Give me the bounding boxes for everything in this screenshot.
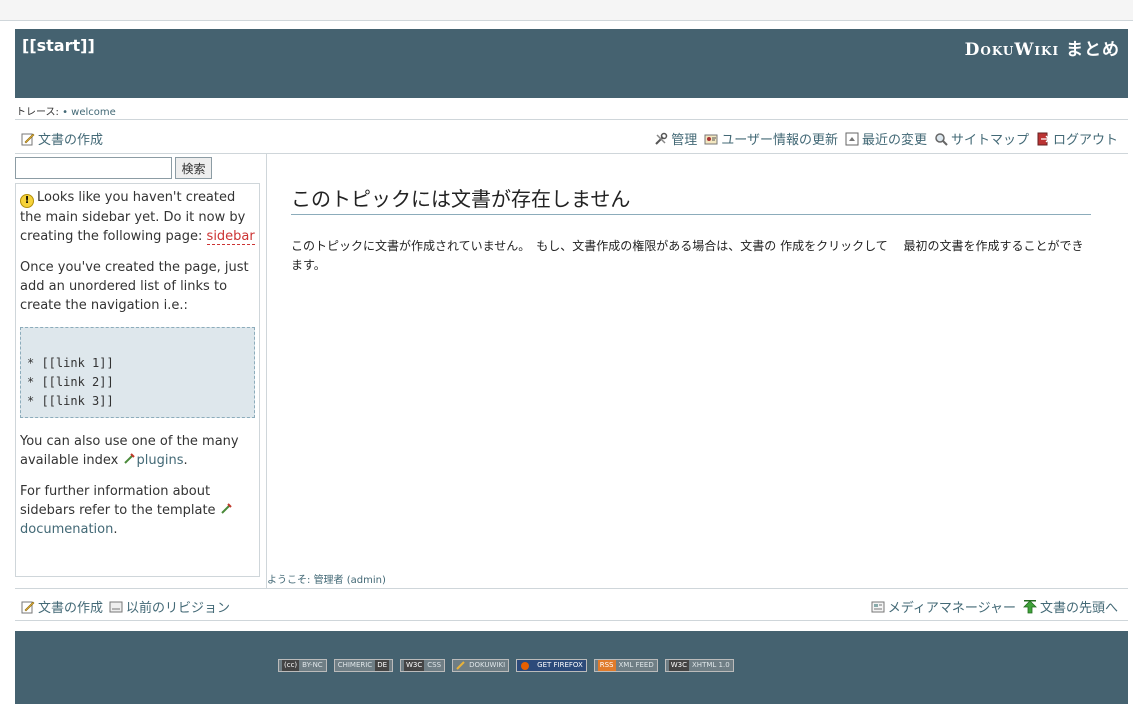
bottom-toolbar: 文書の作成 以前のリビジョン メディアマネージャー 文書の先頭へ [15,591,1128,619]
divider [15,588,1128,589]
sitemap-label: サイトマップ [950,133,1029,148]
documentation-link[interactable]: documenation [20,522,113,537]
badge-w3c-css[interactable]: W3C CSS [400,659,446,672]
old-revisions-label: 以前のリビジョン [126,601,231,616]
sidebar-para3: You can also use one of the many availab… [20,432,255,470]
badge-dokuwiki-label: DOKUWIKI [469,661,506,669]
recent-changes-button[interactable]: 最近の変更 [845,129,927,148]
create-page-button[interactable]: 文書の作成 [21,129,103,148]
badge-cc-right: BY-NC [302,661,323,669]
sidebar-column: 検索 ! Looks like you haven't created the m… [15,153,266,589]
code-line: * [[link 2]] [27,375,114,389]
sidebar: ! Looks like you haven't created the main… [15,183,260,577]
user-card-icon [704,134,718,144]
firefox-icon [521,662,530,670]
content-heading: このトピックには文書が存在しません [291,183,1091,215]
sitemap-button[interactable]: サイトマップ [934,129,1029,148]
search-input[interactable] [15,157,172,179]
arrow-up-icon [1023,599,1037,613]
wiki-title[interactable]: DokuWiki まとめ [965,35,1120,60]
back-to-top-button[interactable]: 文書の先頭へ [1023,597,1118,616]
create-page-button-bottom[interactable]: 文書の作成 [21,597,103,616]
old-revisions-button[interactable]: 以前のリビジョン [109,597,230,616]
badge-row: (cc) BY-NC CHIMERIC DE W3C CSS DOKUWIKI GET… [278,659,734,672]
sidebar-notice: ! Looks like you haven't created the main… [20,188,255,246]
badge-cc-left: (cc) [282,660,300,671]
main-content: このトピックには文書が存在しません このトピックに文書が作成されていません。 も… [291,183,1091,275]
sidebar-para4-text: For further information about sidebars r… [20,484,216,518]
top-toolbar: 文書の作成 管理 ユーザー情報の更新 最近の変更 サイトマップ ログアウト [15,123,1128,151]
media-manager-label: メディアマネージャー [887,601,1016,616]
recent-changes-icon [845,132,859,145]
create-page-label: 文書の作成 [38,601,104,616]
badge-chimeric-left: CHIMERIC [337,661,373,669]
profile-button[interactable]: ユーザー情報の更新 [704,129,838,148]
badge-xhtml-left: W3C [668,660,690,671]
login-info: ようこそ: 管理者 (admin) [267,571,386,586]
badge-css-left: W3C [404,660,425,671]
footer: (cc) BY-NC CHIMERIC DE W3C CSS DOKUWIKI GET… [15,631,1128,704]
divider [15,119,1128,120]
badge-rss-right: XML FEED [618,661,654,669]
admin-label: 管理 [671,133,698,148]
welcome-label: ようこそ: [267,575,311,586]
badge-xhtml-right: XHTML 1.0 [692,661,730,669]
page: [[start]] DokuWiki まとめ トレース: • welcome 文… [0,20,1133,721]
search-button[interactable]: 検索 [175,157,212,179]
sidebar-para2: Once you've created the page, just add a… [20,260,249,313]
welcome-user: (admin) [346,575,386,586]
create-page-label: 文書の作成 [38,133,104,148]
back-to-top-label: 文書の先頭へ [1039,601,1118,616]
pencil-page-icon [21,133,35,145]
revisions-icon [109,601,123,612]
badge-chimeric-right: DE [375,660,390,671]
logout-button[interactable]: ログアウト [1036,129,1118,148]
plugins-link[interactable]: plugins [137,453,184,468]
recent-changes-label: 最近の変更 [861,133,927,148]
page-title[interactable]: [[start]] [22,36,95,55]
badge-chimeric[interactable]: CHIMERIC DE [333,659,394,672]
admin-button[interactable]: 管理 [654,129,697,148]
divider [15,620,1128,621]
dokuwiki-icon [456,661,465,670]
code-line: * [[link 1]] [27,356,114,370]
breadcrumb-label: トレース: [16,107,59,118]
pencil-page-icon [21,601,35,613]
plugin-link-icon [123,453,135,464]
content-body: このトピックに文書が作成されていません。 もし、文書作成の権限がある場合は、文書… [291,239,1084,272]
badge-dokuwiki[interactable]: DOKUWIKI [452,659,510,672]
warning-icon: ! [20,194,34,208]
header: [[start]] DokuWiki まとめ [15,29,1128,98]
breadcrumb: トレース: • welcome [16,103,116,118]
doc-link-icon [220,503,232,514]
welcome-name: 管理者 [313,575,344,586]
media-manager-icon [871,601,885,612]
badge-firefox-label: GET FIREFOX [537,661,583,669]
breadcrumb-bullet: • [62,107,68,118]
badge-rss[interactable]: RSS XML FEED [593,659,658,672]
tools-icon [655,132,668,145]
code-line: * [[link 3]] [27,394,114,408]
code-block: * [[link 1]] * [[link 2]] * [[link 3]] [20,327,255,418]
logout-label: ログアウト [1052,133,1118,148]
profile-label: ユーザー情報の更新 [721,133,838,148]
magnifier-icon [935,132,948,146]
sidebar-page-link[interactable]: sidebar [206,229,255,245]
badge-w3c-xhtml[interactable]: W3C XHTML 1.0 [664,659,734,672]
media-manager-button[interactable]: メディアマネージャー [871,597,1016,616]
logout-icon [1037,132,1050,145]
badge-css-right: CSS [427,661,442,669]
badge-rss-left: RSS [597,660,616,671]
sidebar-para3-end: . [183,453,188,468]
breadcrumb-link-welcome[interactable]: welcome [71,107,116,118]
sidebar-para4: For further information about sidebars r… [20,482,255,539]
column-divider [266,153,267,589]
badge-cc[interactable]: (cc) BY-NC [278,659,327,672]
sidebar-para4-end: . [113,522,118,537]
badge-firefox[interactable]: GET FIREFOX [516,659,587,672]
